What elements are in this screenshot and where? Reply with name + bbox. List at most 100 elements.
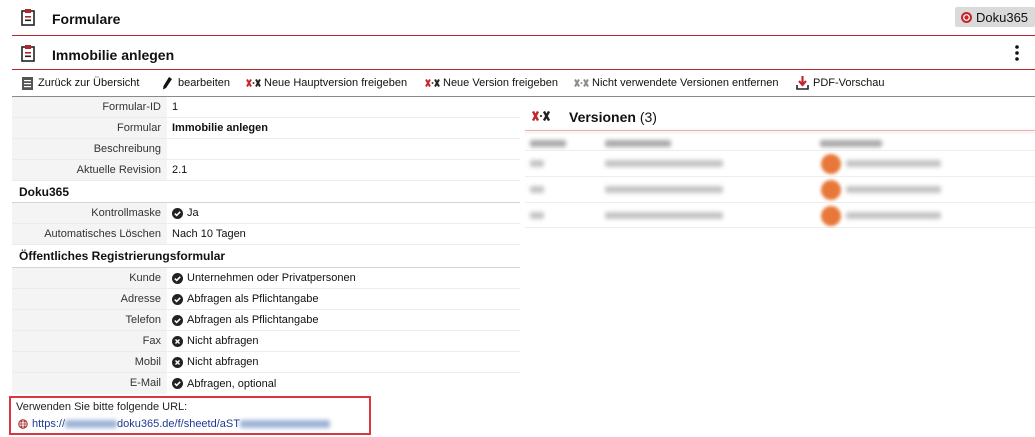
detail-label: Formular xyxy=(12,118,167,138)
redacted-header-cell xyxy=(530,140,566,147)
detail-row-mobil: Mobil Nicht abfragen xyxy=(12,352,520,373)
redacted-url-segment xyxy=(65,420,118,428)
url-prefix: https:// xyxy=(32,418,66,430)
avatar xyxy=(821,206,841,226)
detail-value-text: Nicht abfragen xyxy=(187,335,259,347)
redacted-cell xyxy=(530,160,544,167)
record-icon xyxy=(961,11,972,23)
versions-divider xyxy=(525,130,1035,131)
detail-value: Abfragen als Pflichtangabe xyxy=(167,289,318,309)
detail-value: Unternehmen oder Privatpersonen xyxy=(167,268,356,288)
app-title: Formulare xyxy=(52,11,121,27)
back-to-overview-button[interactable]: Zurück zur Übersicht xyxy=(19,75,139,91)
app-header: Formulare Doku365 xyxy=(0,0,1035,35)
versions-icon xyxy=(531,110,551,125)
detail-row-aktuelle-revision: Aktuelle Revision 2.1 xyxy=(12,160,520,181)
versions-table xyxy=(525,136,1035,228)
check-circle-icon xyxy=(172,272,183,284)
release-major-version-button[interactable]: Neue Hauptversion freigeben xyxy=(245,75,407,91)
detail-label: Mobil xyxy=(12,352,167,372)
detail-row-formular-id: Formular-ID 1 xyxy=(12,97,520,118)
detail-value: Immobilie anlegen xyxy=(172,122,268,134)
toolbar-label: Neue Version freigeben xyxy=(443,77,558,89)
check-circle-icon xyxy=(172,314,183,326)
redacted-cell xyxy=(605,160,723,167)
toolbar-label: Zurück zur Übersicht xyxy=(38,77,140,89)
pencil-icon xyxy=(159,76,175,90)
kebab-menu-icon[interactable] xyxy=(1015,45,1019,64)
doku365-badge[interactable]: Doku365 xyxy=(955,7,1035,27)
remove-unused-versions-button[interactable]: Nicht verwendete Versionen entfernen xyxy=(573,75,779,91)
version-row[interactable] xyxy=(525,202,1035,228)
detail-value: 1 xyxy=(172,101,179,113)
detail-value-text: Abfragen, optional xyxy=(187,377,277,390)
release-version-icon xyxy=(424,78,440,88)
toolbar-label: PDF-Vorschau xyxy=(813,77,885,89)
detail-label: Kunde xyxy=(12,268,167,288)
versions-title: Versionen (3) xyxy=(569,109,657,125)
clipboard-icon xyxy=(21,44,35,65)
redacted-cell xyxy=(846,160,941,167)
avatar xyxy=(821,180,841,200)
detail-label: Automatisches Löschen xyxy=(12,224,167,244)
remove-versions-icon xyxy=(573,78,589,88)
detail-value: Nach 10 Tagen xyxy=(172,228,246,240)
form-url-link[interactable]: https:// doku365.de/f/sheetd/aST xyxy=(32,418,330,430)
check-circle-icon xyxy=(172,378,183,389)
badge-label: Doku365 xyxy=(976,9,1029,25)
redacted-cell xyxy=(530,186,544,193)
redacted-cell xyxy=(530,212,544,219)
detail-value: Abfragen, optional xyxy=(167,373,276,394)
redacted-header-cell xyxy=(605,140,671,147)
check-circle-icon xyxy=(172,293,183,305)
detail-label: Adresse xyxy=(12,289,167,309)
redacted-cell xyxy=(605,212,723,219)
version-row[interactable] xyxy=(525,176,1035,202)
form-url-box: Verwenden Sie bitte folgende URL: https:… xyxy=(9,396,371,435)
version-row[interactable] xyxy=(525,150,1035,176)
detail-value-text: Abfragen als Pflichtangabe xyxy=(187,293,319,305)
detail-label: E-Mail xyxy=(12,373,167,394)
detail-row-kontrollmaske: Kontrollmaske Ja xyxy=(12,203,520,224)
section-heading-registration: Öffentliches Registrierungsformular xyxy=(12,245,520,268)
detail-value: Nicht abfragen xyxy=(167,331,259,351)
detail-value-text: Nicht abfragen xyxy=(187,356,259,368)
release-major-version-icon xyxy=(245,78,261,88)
toolbar-label: bearbeiten xyxy=(178,77,230,89)
clipboard-icon xyxy=(21,8,35,29)
url-visible-part: doku365.de/f/sheetd/aST xyxy=(117,418,240,430)
form-header: Immobilie anlegen xyxy=(0,36,1035,69)
detail-value: Abfragen als Pflichtangabe xyxy=(167,310,318,330)
detail-row-email: E-Mail Abfragen, optional xyxy=(12,373,520,394)
detail-row-adresse: Adresse Abfragen als Pflichtangabe xyxy=(12,289,520,310)
redacted-cell xyxy=(846,186,941,193)
detail-row-beschreibung: Beschreibung xyxy=(12,139,520,160)
redacted-header-cell xyxy=(820,140,882,147)
pdf-preview-button[interactable]: PDF-Vorschau xyxy=(794,75,885,91)
edit-button[interactable]: bearbeiten xyxy=(159,75,230,91)
versions-table-header xyxy=(525,136,1035,150)
versions-count: (3) xyxy=(639,109,657,125)
release-version-button[interactable]: Neue Version freigeben xyxy=(424,75,558,91)
toolbar-label: Neue Hauptversion freigeben xyxy=(264,77,408,89)
url-label: Verwenden Sie bitte folgende URL: xyxy=(16,401,188,413)
detail-value-text: Unternehmen oder Privatpersonen xyxy=(187,272,356,284)
form-title: Immobilie anlegen xyxy=(52,47,175,63)
url-row: https:// doku365.de/f/sheetd/aST xyxy=(18,418,330,430)
section-heading-doku365: Doku365 xyxy=(12,181,520,203)
detail-value: 2.1 xyxy=(172,164,188,176)
globe-icon xyxy=(18,419,28,429)
detail-label: Formular-ID xyxy=(12,97,167,117)
detail-value-text: Abfragen als Pflichtangabe xyxy=(187,314,319,326)
detail-row-automatisches-loeschen: Automatisches Löschen Nach 10 Tagen xyxy=(12,224,520,245)
detail-row-kunde: Kunde Unternehmen oder Privatpersonen xyxy=(12,268,520,289)
detail-label: Aktuelle Revision xyxy=(12,160,167,180)
avatar xyxy=(821,154,841,174)
cross-circle-icon xyxy=(172,356,183,368)
detail-row-formular: Formular Immobilie anlegen xyxy=(12,118,520,139)
detail-label: Kontrollmaske xyxy=(12,203,167,223)
detail-label: Fax xyxy=(12,331,167,351)
toolbar-label: Nicht verwendete Versionen entfernen xyxy=(592,77,779,89)
form-header-divider xyxy=(12,69,1035,70)
redacted-cell xyxy=(605,186,723,193)
